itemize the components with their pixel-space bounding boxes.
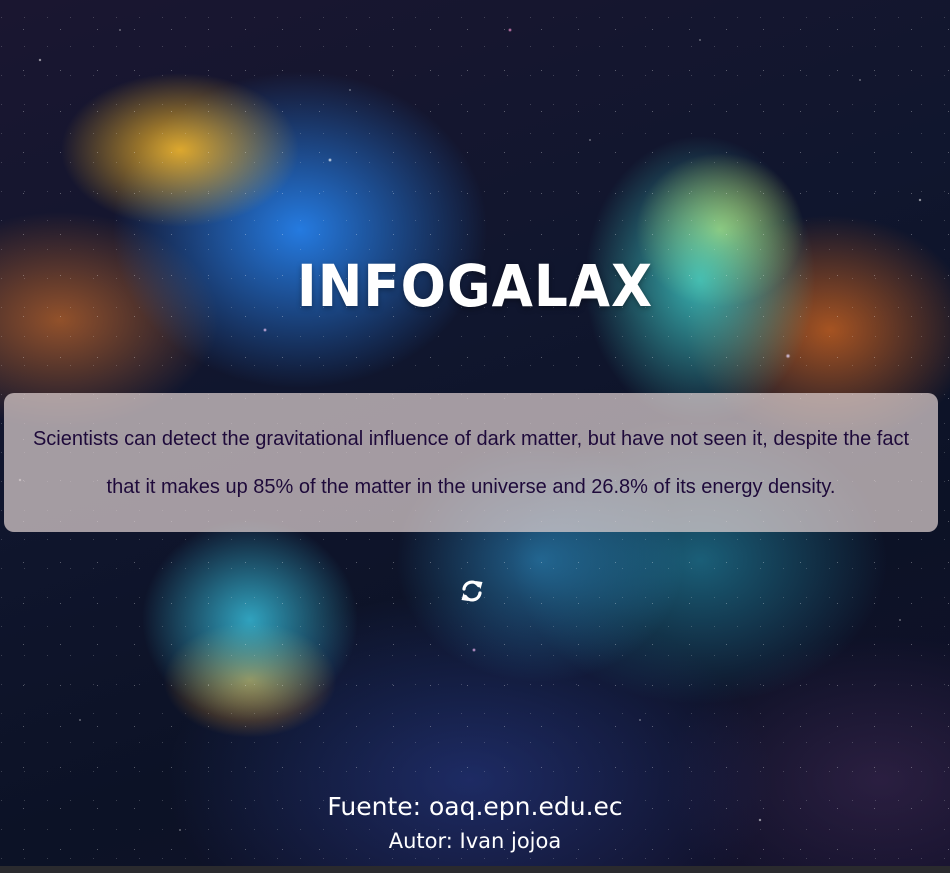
fact-text: Scientists can detect the gravitational … [32,427,910,498]
app-title: INFOGALAX [296,252,654,320]
source-credit: Fuente: oaq.epn.edu.ec [327,792,623,821]
fact-card: Scientists can detect the gravitational … [4,393,938,532]
refresh-button[interactable] [457,577,487,605]
bottom-bar [0,866,950,873]
refresh-icon [461,580,483,602]
author-credit: Autor: Ivan jojoa [388,829,562,853]
